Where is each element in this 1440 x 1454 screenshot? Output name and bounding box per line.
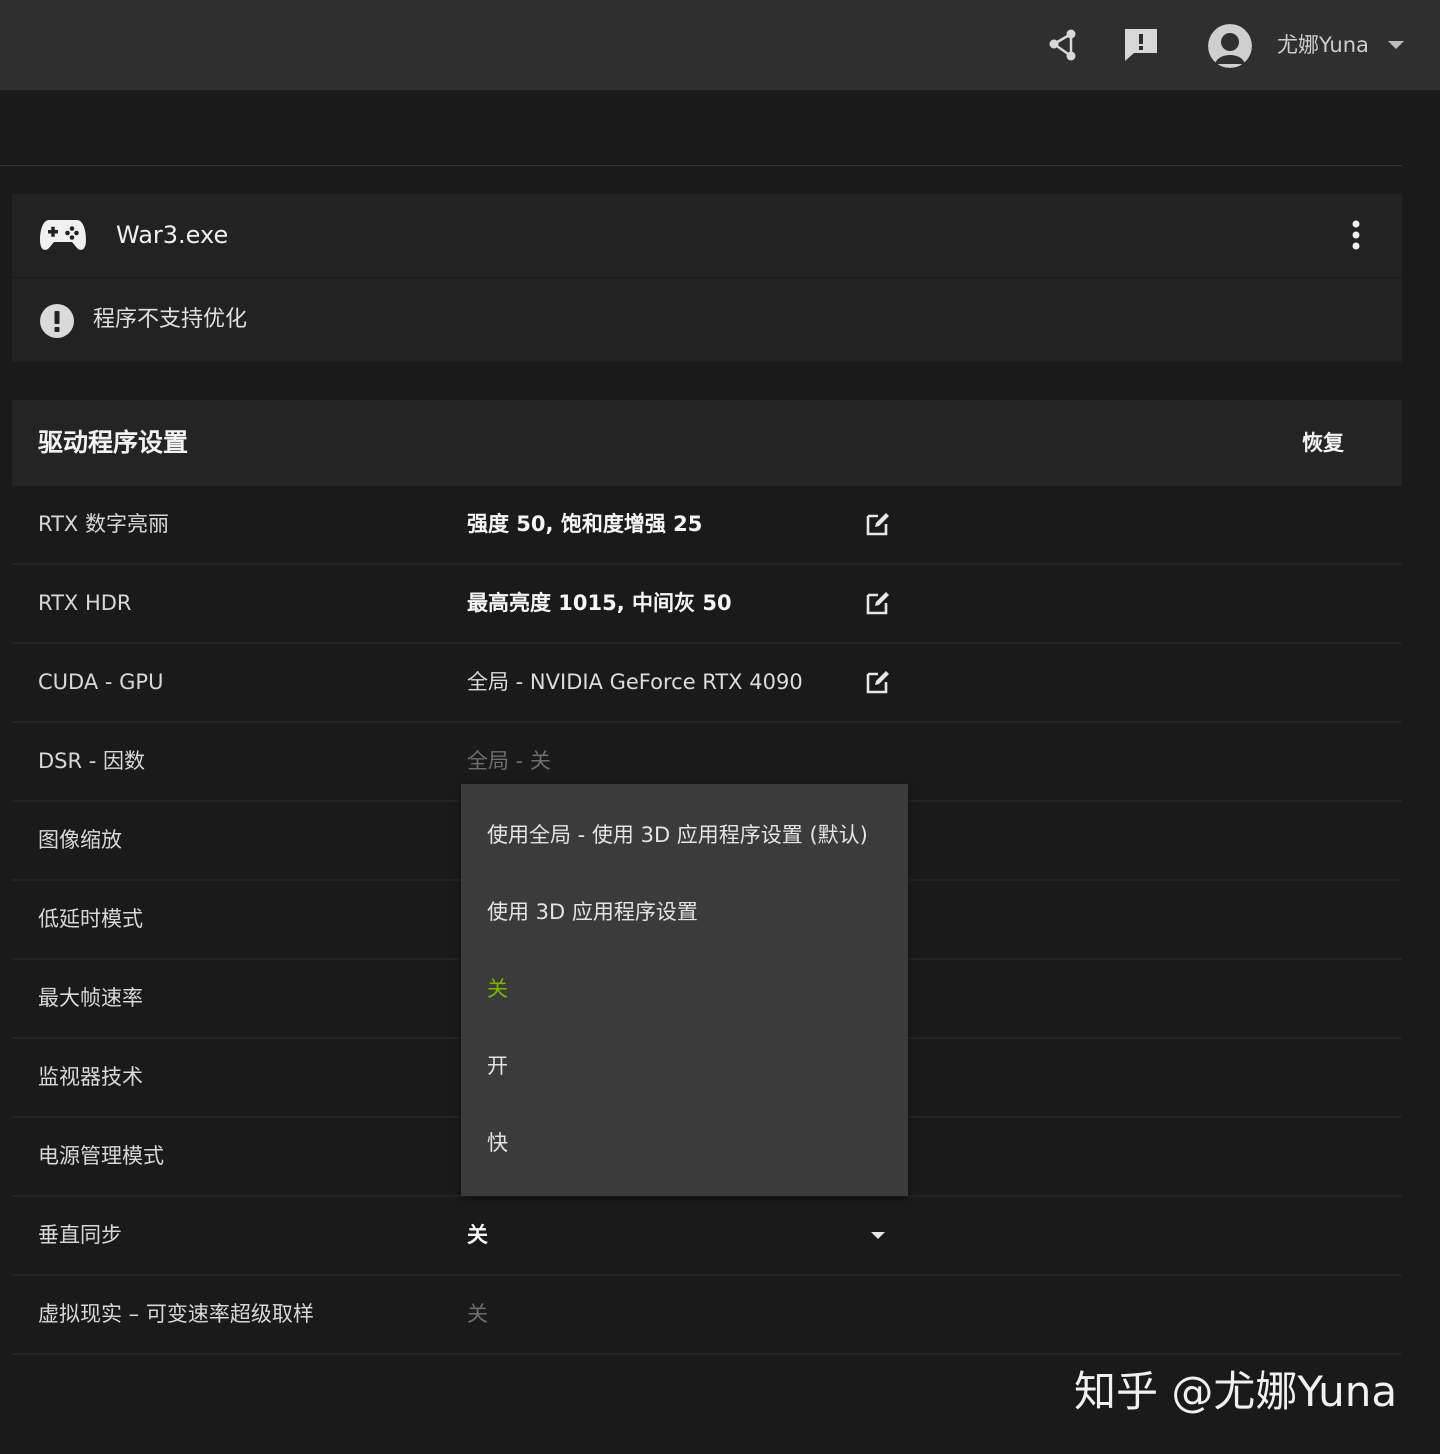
dropdown-option-selected[interactable]: 关 <box>487 973 508 1005</box>
chevron-down-icon[interactable] <box>1386 38 1406 52</box>
setting-label: RTX 数字亮丽 <box>38 512 169 536</box>
share-icon[interactable] <box>1046 27 1082 63</box>
top-bar: 尤娜Yuna <box>0 0 1440 90</box>
avatar[interactable] <box>1208 24 1252 68</box>
restore-button[interactable]: 恢复 <box>1302 427 1344 459</box>
setting-row-rtx-hdr[interactable]: RTX HDR 最高亮度 1015, 中间灰 50 <box>12 565 1402 644</box>
setting-label: 监视器技术 <box>38 1065 143 1089</box>
feedback-icon[interactable] <box>1122 26 1160 64</box>
dropdown-option[interactable]: 开 <box>487 1050 508 1082</box>
gamepad-icon <box>40 220 86 250</box>
setting-label: 低延时模式 <box>38 907 143 931</box>
warning-icon <box>40 304 74 338</box>
setting-label: 电源管理模式 <box>38 1144 164 1168</box>
setting-row-rtx-vibrance[interactable]: RTX 数字亮丽 强度 50, 饱和度增强 25 <box>12 486 1402 565</box>
dropdown-option[interactable]: 使用全局 - 使用 3D 应用程序设置 (默认) <box>487 819 868 851</box>
setting-row-cuda-gpu[interactable]: CUDA - GPU 全局 - NVIDIA GeForce RTX 4090 <box>12 644 1402 723</box>
setting-value: 全局 - 关 <box>467 749 551 773</box>
setting-value: 强度 50, 饱和度增强 25 <box>467 512 703 536</box>
setting-value: 最高亮度 1015, 中间灰 50 <box>467 591 732 615</box>
edit-icon[interactable] <box>864 510 892 538</box>
edit-icon[interactable] <box>864 589 892 617</box>
app-name: War3.exe <box>116 221 229 249</box>
dropdown-option[interactable]: 快 <box>487 1127 508 1159</box>
chevron-down-icon[interactable] <box>870 1229 886 1241</box>
setting-label: CUDA - GPU <box>38 670 164 694</box>
settings-header: 驱动程序设置 恢复 <box>12 400 1402 486</box>
setting-label: 图像缩放 <box>38 828 122 852</box>
setting-label: 最大帧速率 <box>38 986 143 1010</box>
more-vert-icon[interactable] <box>1344 218 1368 254</box>
divider <box>0 165 1402 166</box>
setting-value: 全局 - NVIDIA GeForce RTX 4090 <box>467 670 803 694</box>
setting-value: 关 <box>467 1223 488 1247</box>
dropdown-option[interactable]: 使用 3D 应用程序设置 <box>487 896 698 928</box>
dropdown-menu: 使用全局 - 使用 3D 应用程序设置 (默认) 使用 3D 应用程序设置 关 … <box>461 784 908 1196</box>
section-title: 驱动程序设置 <box>38 428 189 457</box>
username-label[interactable]: 尤娜Yuna <box>1277 30 1369 60</box>
setting-row-vsync[interactable]: 垂直同步 关 <box>12 1197 1402 1276</box>
setting-label: RTX HDR <box>38 591 132 615</box>
setting-row-vr-vrss[interactable]: 虚拟现实 – 可变速率超级取样 关 <box>12 1276 1402 1355</box>
edit-icon[interactable] <box>864 668 892 696</box>
setting-value: 关 <box>467 1302 488 1326</box>
setting-label: 虚拟现实 – 可变速率超级取样 <box>38 1302 314 1326</box>
warning-text: 程序不支持优化 <box>93 307 248 332</box>
watermark: 知乎 @尤娜Yuna <box>1074 1367 1398 1416</box>
setting-label: DSR - 因数 <box>38 749 146 773</box>
app-card: War3.exe <box>12 194 1402 362</box>
setting-label: 垂直同步 <box>38 1223 122 1247</box>
